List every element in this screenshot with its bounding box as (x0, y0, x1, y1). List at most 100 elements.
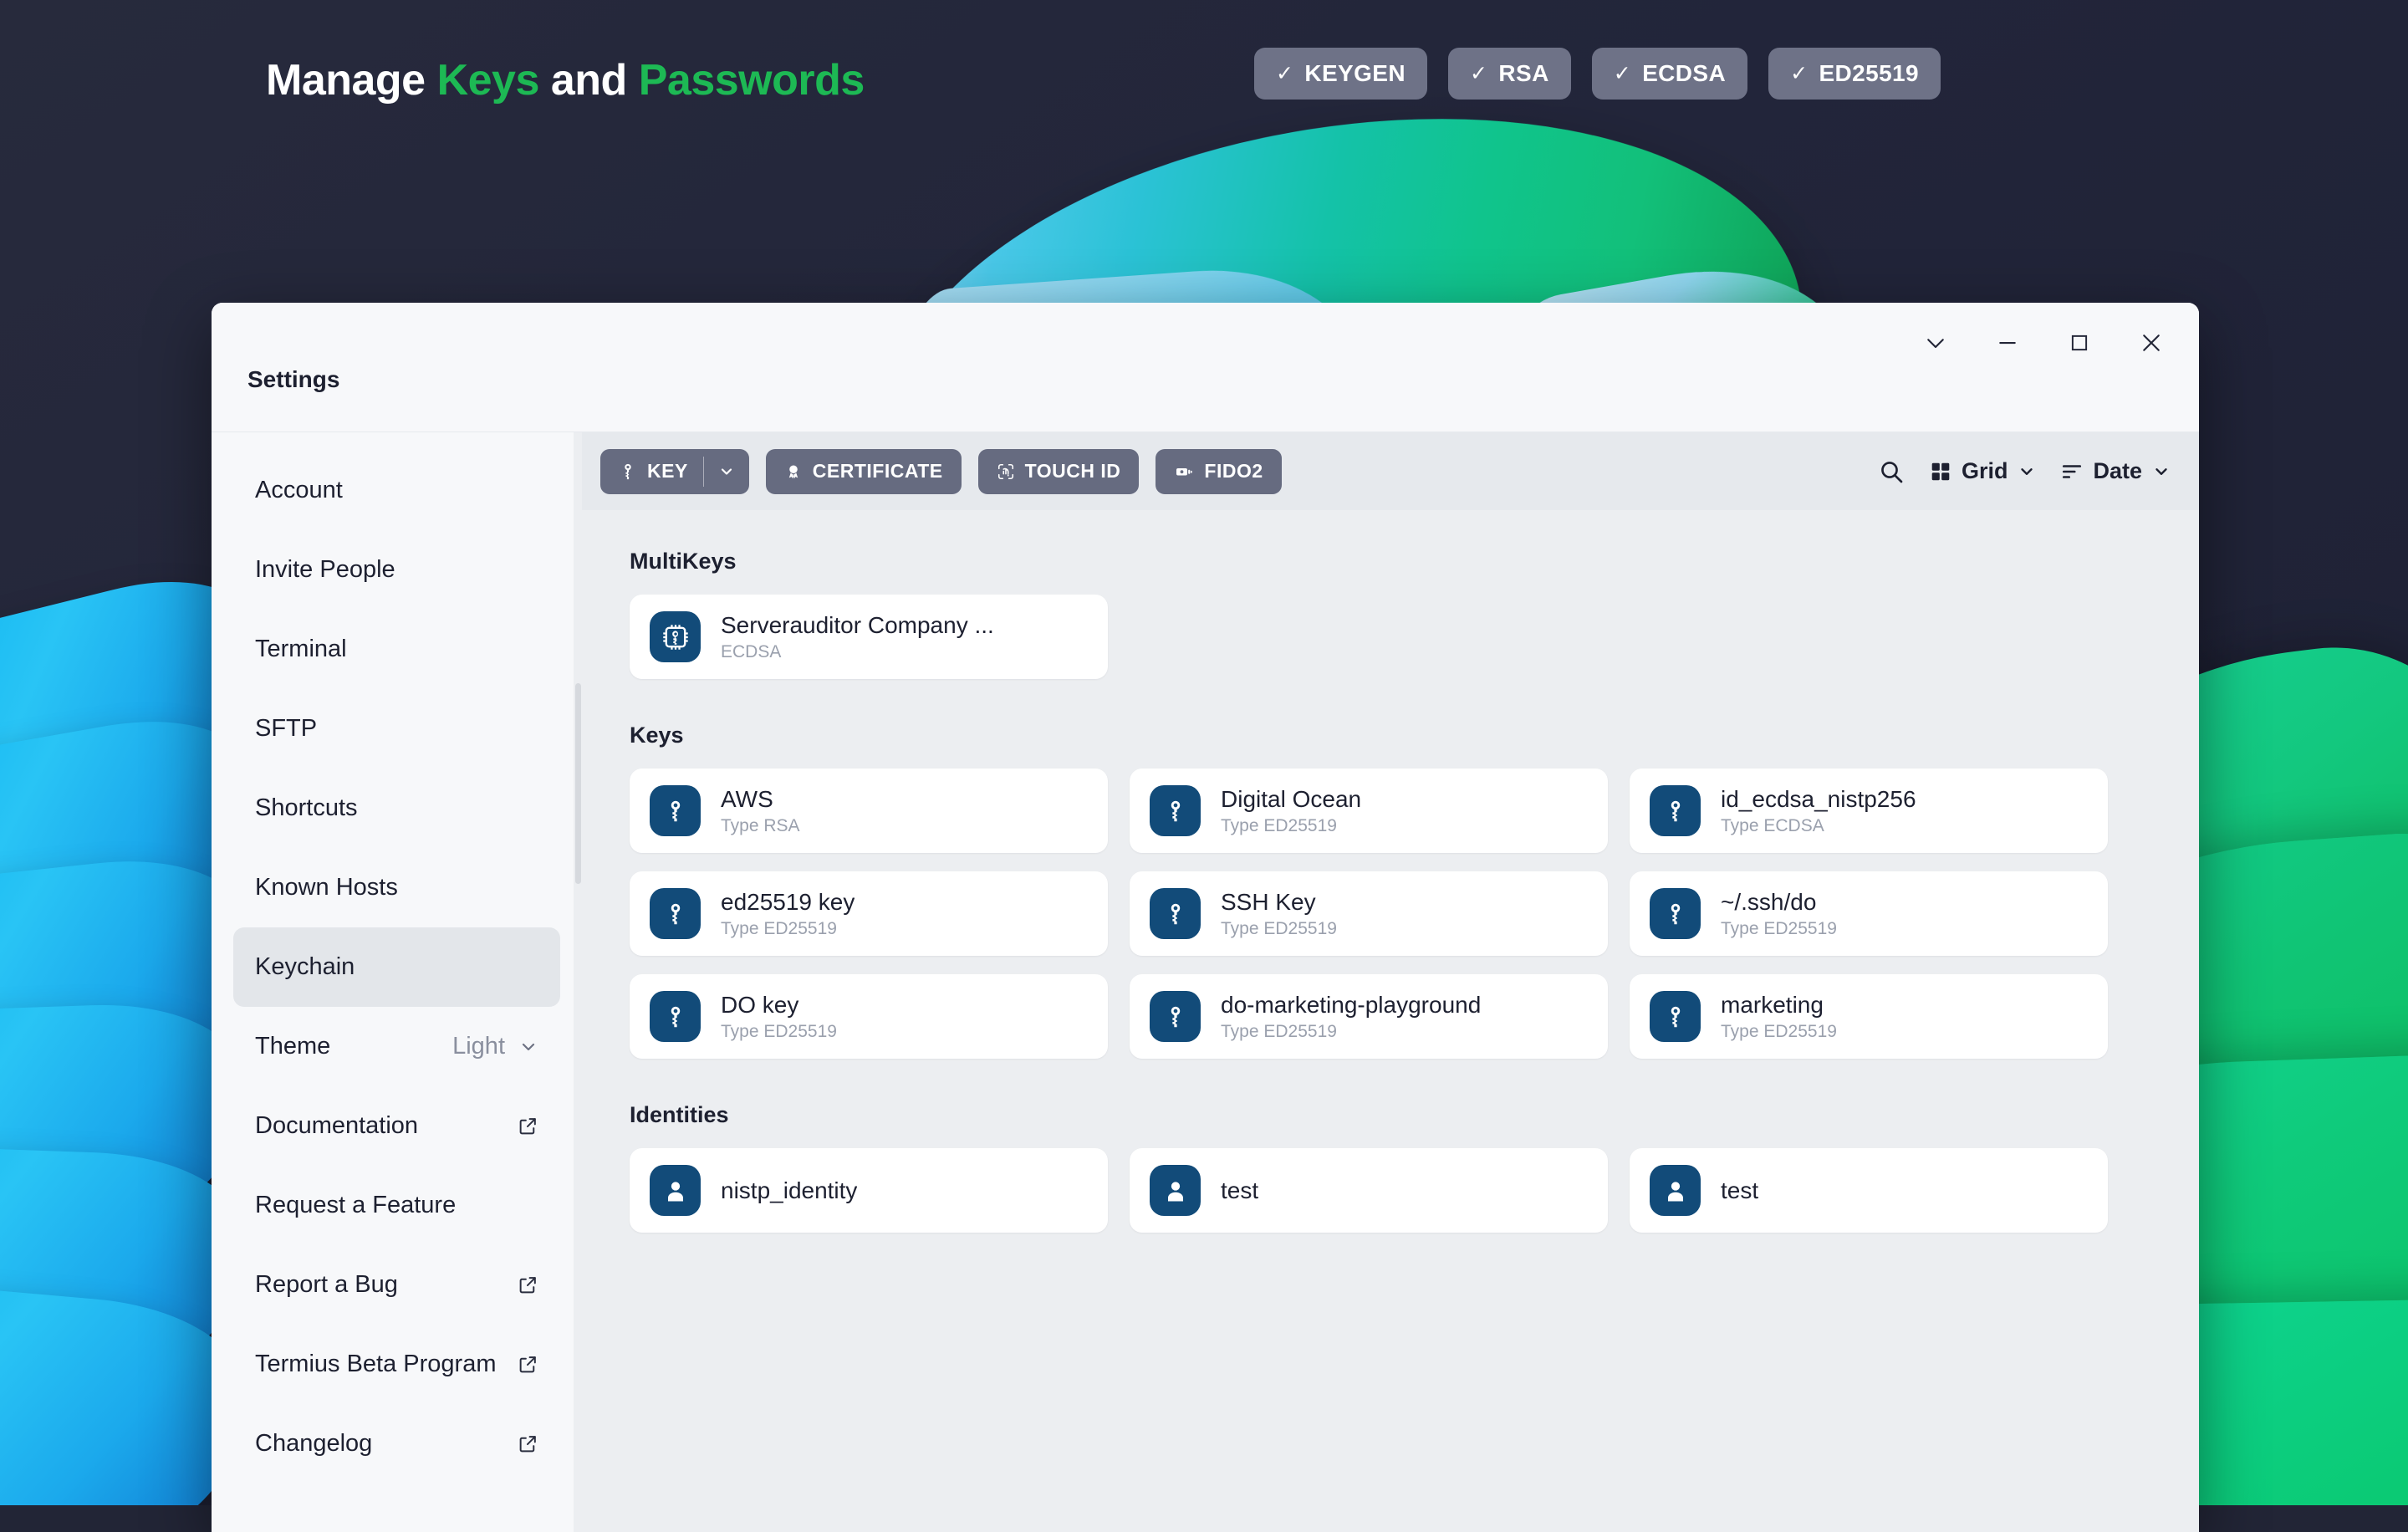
sidebar-item-terminal[interactable]: Terminal (233, 610, 560, 689)
add-certificate-button[interactable]: CERTIFICATE (766, 449, 962, 494)
keychain-card-subtitle: Type ED25519 (1221, 919, 1337, 939)
sidebar-item-label: Documentation (255, 1112, 418, 1140)
keychain-card-title: ed25519 key (721, 888, 855, 917)
maximize-icon[interactable] (2043, 303, 2115, 383)
chevron-down-icon (2018, 462, 2036, 481)
window-controls (1900, 303, 2187, 383)
keychain-card[interactable]: SSH KeyType ED25519 (1130, 871, 1608, 956)
keychain-card-text: Serverauditor Company ...ECDSA (721, 611, 994, 663)
keychain-card[interactable]: AWSType RSA (630, 769, 1108, 853)
feature-badge-label: ECDSA (1642, 60, 1726, 87)
keychain-card-text: nistp_identity (721, 1177, 857, 1205)
key-icon (650, 991, 701, 1042)
key-icon (1650, 991, 1701, 1042)
sidebar-item-documentation[interactable]: Documentation (233, 1086, 560, 1166)
sidebar-item-trailing (518, 1433, 538, 1454)
sidebar-item-invite-people[interactable]: Invite People (233, 530, 560, 610)
keychain-card[interactable]: Digital OceanType ED25519 (1130, 769, 1608, 853)
key-icon (1150, 991, 1201, 1042)
key-icon (650, 785, 701, 836)
add-certificate-label: CERTIFICATE (813, 460, 943, 483)
card-grid-keys: AWSType RSA Digital OceanType ED25519 id_e… (630, 769, 2199, 1059)
sidebar-item-known-hosts[interactable]: Known Hosts (233, 848, 560, 927)
chevron-down-icon[interactable] (704, 449, 749, 494)
external-link-icon (518, 1354, 538, 1375)
sidebar-item-changelog[interactable]: Changelog (233, 1404, 560, 1483)
sidebar-item-request-a-feature[interactable]: Request a Feature (233, 1166, 560, 1245)
sidebar-item-termius-beta-program[interactable]: Termius Beta Program (233, 1325, 560, 1404)
settings-window: Settings Account Invite People Terminal SFT… (212, 303, 2199, 1532)
add-fido2-button[interactable]: FIDO2 (1156, 449, 1281, 494)
keychain-card-title: id_ecdsa_nistp256 (1721, 785, 1916, 814)
keychain-card[interactable]: do-marketing-playgroundType ED25519 (1130, 974, 1608, 1059)
keychain-card-subtitle: Type ECDSA (1721, 816, 1916, 836)
sidebar-item-trailing (518, 1116, 538, 1136)
add-key-button-main[interactable]: KEY (600, 449, 703, 494)
sidebar-item-label: SFTP (255, 715, 317, 743)
feature-badge-label: ED25519 (1819, 60, 1919, 87)
settings-sidebar: Account Invite People Terminal SFTP Shortcut… (212, 432, 582, 1532)
sidebar-item-trailing: Light (452, 1033, 538, 1060)
keychain-card[interactable]: id_ecdsa_nistp256Type ECDSA (1630, 769, 2108, 853)
keychain-card[interactable]: ~/.ssh/doType ED25519 (1630, 871, 2108, 956)
keychain-card[interactable]: ed25519 keyType ED25519 (630, 871, 1108, 956)
keychain-card-subtitle: Type ED25519 (721, 1022, 837, 1042)
sidebar-item-theme[interactable]: Theme Light (233, 1007, 560, 1086)
keychain-card-text: SSH KeyType ED25519 (1221, 888, 1337, 940)
keychain-card-text: ~/.ssh/doType ED25519 (1721, 888, 1837, 940)
window-title: Settings (247, 366, 339, 393)
keychain-card-title: test (1721, 1177, 1758, 1205)
keychain-card[interactable]: test (1630, 1148, 2108, 1233)
keychain-card-subtitle: Type ED25519 (1221, 1022, 1481, 1042)
sort-selector[interactable]: Date (2061, 458, 2171, 484)
key-icon (619, 462, 637, 481)
keychain-card[interactable]: Serverauditor Company ...ECDSA (630, 595, 1108, 679)
close-icon[interactable] (2115, 303, 2187, 383)
keychain-card[interactable]: test (1130, 1148, 1608, 1233)
keychain-card-title: nistp_identity (721, 1177, 857, 1205)
keychain-card[interactable]: marketingType ED25519 (1630, 974, 2108, 1059)
promo-title-part-3: Passwords (639, 56, 865, 105)
sidebar-item-trailing (518, 1274, 538, 1295)
check-icon: ✓ (1614, 61, 1631, 86)
fingerprint-icon (997, 462, 1015, 481)
add-key-button[interactable]: KEY (600, 449, 749, 494)
sidebar-scrollbar[interactable] (574, 432, 582, 1532)
keychain-scroll-area[interactable]: MultiKeysServerauditor Company ...ECDSAK… (582, 510, 2199, 1532)
add-fido2-label: FIDO2 (1204, 460, 1263, 483)
keychain-card[interactable]: DO keyType ED25519 (630, 974, 1108, 1059)
add-key-button-label: KEY (647, 460, 688, 483)
person-icon (1650, 1165, 1701, 1216)
external-link-icon (518, 1433, 538, 1454)
keychain-card-subtitle: Type ED25519 (1721, 919, 1837, 939)
check-icon: ✓ (1276, 61, 1293, 86)
sidebar-item-keychain[interactable]: Keychain (233, 927, 560, 1007)
keychain-card-subtitle: Type ED25519 (1221, 816, 1361, 836)
sidebar-item-label: Request a Feature (255, 1192, 456, 1219)
chevron-down-icon[interactable] (1900, 303, 1972, 383)
key-icon (1150, 888, 1201, 939)
keychain-card-subtitle: Type ED25519 (721, 919, 855, 939)
sidebar-item-sftp[interactable]: SFTP (233, 689, 560, 769)
keychain-card[interactable]: nistp_identity (630, 1148, 1108, 1233)
sidebar-item-label: Changelog (255, 1430, 372, 1458)
section-title-multikeys: MultiKeys (630, 549, 2199, 574)
sidebar-item-label: Theme (255, 1033, 330, 1060)
add-touchid-button[interactable]: TOUCH ID (978, 449, 1140, 494)
sidebar-scrollbar-thumb[interactable] (575, 683, 581, 884)
keychain-card-subtitle: Type ED25519 (1721, 1022, 1837, 1042)
card-grid-identities: nistp_identity test test (630, 1148, 2199, 1233)
feature-badge-keygen: ✓KEYGEN (1254, 48, 1427, 100)
view-mode-selector[interactable]: Grid (1930, 458, 2037, 484)
chip-key-icon (650, 611, 701, 662)
chevron-down-icon[interactable] (518, 1037, 538, 1057)
key-icon (1150, 785, 1201, 836)
search-icon[interactable] (1878, 458, 1905, 485)
sidebar-item-label: Invite People (255, 556, 395, 584)
minimize-icon[interactable] (1972, 303, 2043, 383)
keychain-card-title: Serverauditor Company ... (721, 611, 994, 640)
sidebar-item-label: Known Hosts (255, 874, 398, 901)
sidebar-item-report-a-bug[interactable]: Report a Bug (233, 1245, 560, 1325)
sidebar-item-account[interactable]: Account (233, 451, 560, 530)
sidebar-item-shortcuts[interactable]: Shortcuts (233, 769, 560, 848)
